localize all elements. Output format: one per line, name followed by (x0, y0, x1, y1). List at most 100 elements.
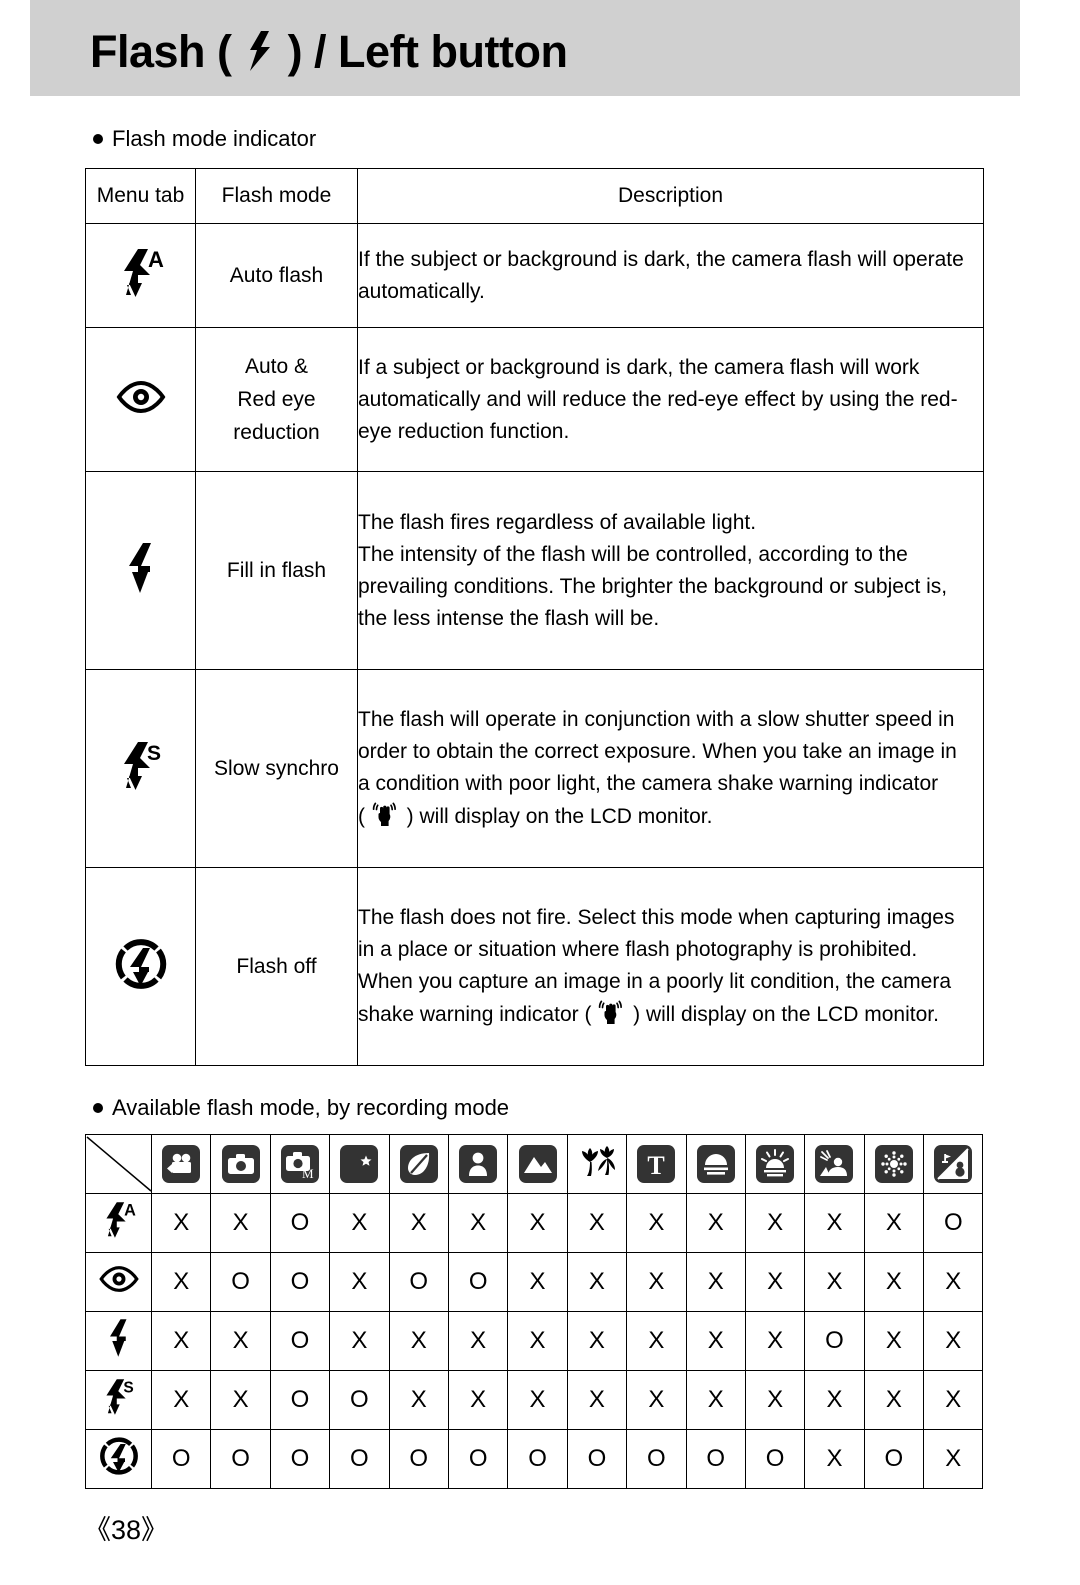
matrix-cell: X (210, 1370, 271, 1430)
mode-header-cell (150, 1134, 212, 1194)
matrix-cell: O (269, 1370, 331, 1430)
matrix-cell: O (388, 1252, 449, 1312)
matrix-cell: X (744, 1193, 806, 1253)
diagonal-divider-icon (86, 1136, 152, 1192)
matrix-cell: X (804, 1252, 865, 1312)
matrix-cell: O (685, 1429, 746, 1489)
matrix-cell: X (923, 1252, 984, 1312)
matrix-cell: O (329, 1370, 390, 1430)
auto-flash-icon: A (118, 245, 164, 301)
text-icon: T (637, 1145, 676, 1183)
matrix-cell: X (863, 1311, 925, 1371)
fireworks-icon (874, 1145, 913, 1183)
flash-mode-row-icon-cell (85, 1252, 152, 1312)
page-title: Flash ( ) / Left button (90, 26, 568, 77)
close-up-icon (578, 1142, 616, 1180)
matrix-cell: X (744, 1370, 806, 1430)
matrix-cell: X (863, 1193, 925, 1253)
dawn-icon (756, 1145, 795, 1183)
sunset-icon (696, 1145, 735, 1183)
svg-text:S: S (147, 742, 161, 765)
slow-synchro-icon: S (118, 738, 164, 794)
flash-off-icon (113, 936, 169, 992)
mode-header-cell (566, 1134, 628, 1194)
svg-text:T: T (648, 1151, 665, 1180)
matrix-cell: X (685, 1193, 746, 1253)
flash-mode-row-icon-cell (85, 1429, 152, 1489)
description-line: automatically. (358, 279, 485, 303)
flash-mode-row-icon-cell: A (85, 1193, 152, 1253)
matrix-cell: X (210, 1193, 271, 1253)
menu-tab-cell (85, 471, 196, 670)
flash-off-icon (98, 1435, 140, 1477)
matrix-cell: X (329, 1193, 390, 1253)
beach-snow-icon (934, 1145, 973, 1183)
mode-header-cell (863, 1134, 925, 1194)
red-eye-icon (98, 1264, 140, 1294)
matrix-cell: O (388, 1429, 449, 1489)
matrix-cell: X (150, 1370, 212, 1430)
description-line-with-icon: ( ) will display on the LCD monitor. (358, 800, 983, 833)
svg-text:S: S (123, 1379, 133, 1396)
flash-mode-row-icon-cell (85, 1311, 152, 1371)
description-cell: The flash will operate in conjunction wi… (357, 669, 984, 868)
bullet-dot-icon (93, 134, 103, 144)
page-title-prefix: Flash ( (90, 26, 232, 77)
mode-header-cell (210, 1134, 271, 1194)
flash-mode-label: Auto flash (229, 264, 324, 287)
matrix-cell: X (447, 1311, 509, 1371)
matrix-cell: X (507, 1370, 568, 1430)
matrix-cell: X (566, 1193, 628, 1253)
flash-mode-label: reduction (233, 421, 320, 444)
matrix-cell: O (804, 1311, 865, 1371)
table-row: S Slow synchro The flash will operate in… (85, 669, 984, 868)
fill-flash-icon (124, 540, 158, 596)
description-cell: The flash does not fire. Select this mod… (357, 867, 984, 1066)
matrix-cell: O (626, 1429, 687, 1489)
description-line: prevailing conditions. The brighter the … (358, 574, 948, 598)
svg-text:A: A (124, 1201, 136, 1219)
description-line: The intensity of the flash will be contr… (358, 542, 908, 566)
header-description: Description (357, 168, 984, 224)
flash-mode-indicator-heading: Flash mode indicator (93, 126, 316, 152)
mode-header-cell (804, 1134, 865, 1194)
matrix-cell: X (210, 1311, 271, 1371)
menu-tab-cell: A (85, 223, 196, 328)
description-line: order to obtain the correct exposure. Wh… (358, 740, 957, 763)
description-cell: If a subject or background is dark, the … (357, 327, 984, 472)
flash-mode-cell: Slow synchro (195, 669, 358, 868)
page-title-suffix: ) / Left button (287, 26, 568, 77)
mode-header-cell: T (626, 1134, 687, 1194)
camera-shake-icon (371, 800, 401, 830)
auto-flash-icon: A (102, 1199, 136, 1241)
flash-mode-cell: Auto & Red eye reduction (195, 327, 358, 472)
description-line: eye reduction function. (358, 419, 570, 443)
svg-text:A: A (148, 247, 164, 272)
matrix-cell: O (269, 1429, 331, 1489)
mode-header-cell (329, 1134, 390, 1194)
matrix-cell: X (744, 1311, 806, 1371)
matrix-cell: X (388, 1193, 449, 1253)
description-line: in a place or situation where flash phot… (358, 938, 918, 961)
matrix-cell: O (566, 1429, 628, 1489)
matrix-cell: O (447, 1429, 509, 1489)
description-tail-prefix: ( (358, 805, 371, 828)
matrix-cell: X (804, 1370, 865, 1430)
auto-camera-icon (221, 1145, 260, 1183)
matrix-cell: X (329, 1252, 390, 1312)
flash-mode-cell: Fill in flash (195, 471, 358, 670)
mode-header-cell (507, 1134, 568, 1194)
menu-tab-cell: S (85, 669, 196, 868)
flash-mode-cell: Flash off (195, 867, 358, 1066)
matrix-cell: X (626, 1311, 687, 1371)
matrix-cell: O (507, 1429, 568, 1489)
matrix-cell: X (150, 1311, 212, 1371)
description-line: When you capture an image in a poorly li… (358, 970, 951, 993)
night-scene-icon (340, 1145, 379, 1183)
camera-shake-icon (597, 998, 627, 1028)
red-eye-icon (115, 379, 167, 415)
mode-header-cell (923, 1134, 984, 1194)
flash-mode-table: Menu tab Flash mode Description A Auto f… (85, 168, 984, 1066)
flash-mode-label: Red eye (237, 388, 316, 411)
matrix-cell: X (388, 1370, 449, 1430)
